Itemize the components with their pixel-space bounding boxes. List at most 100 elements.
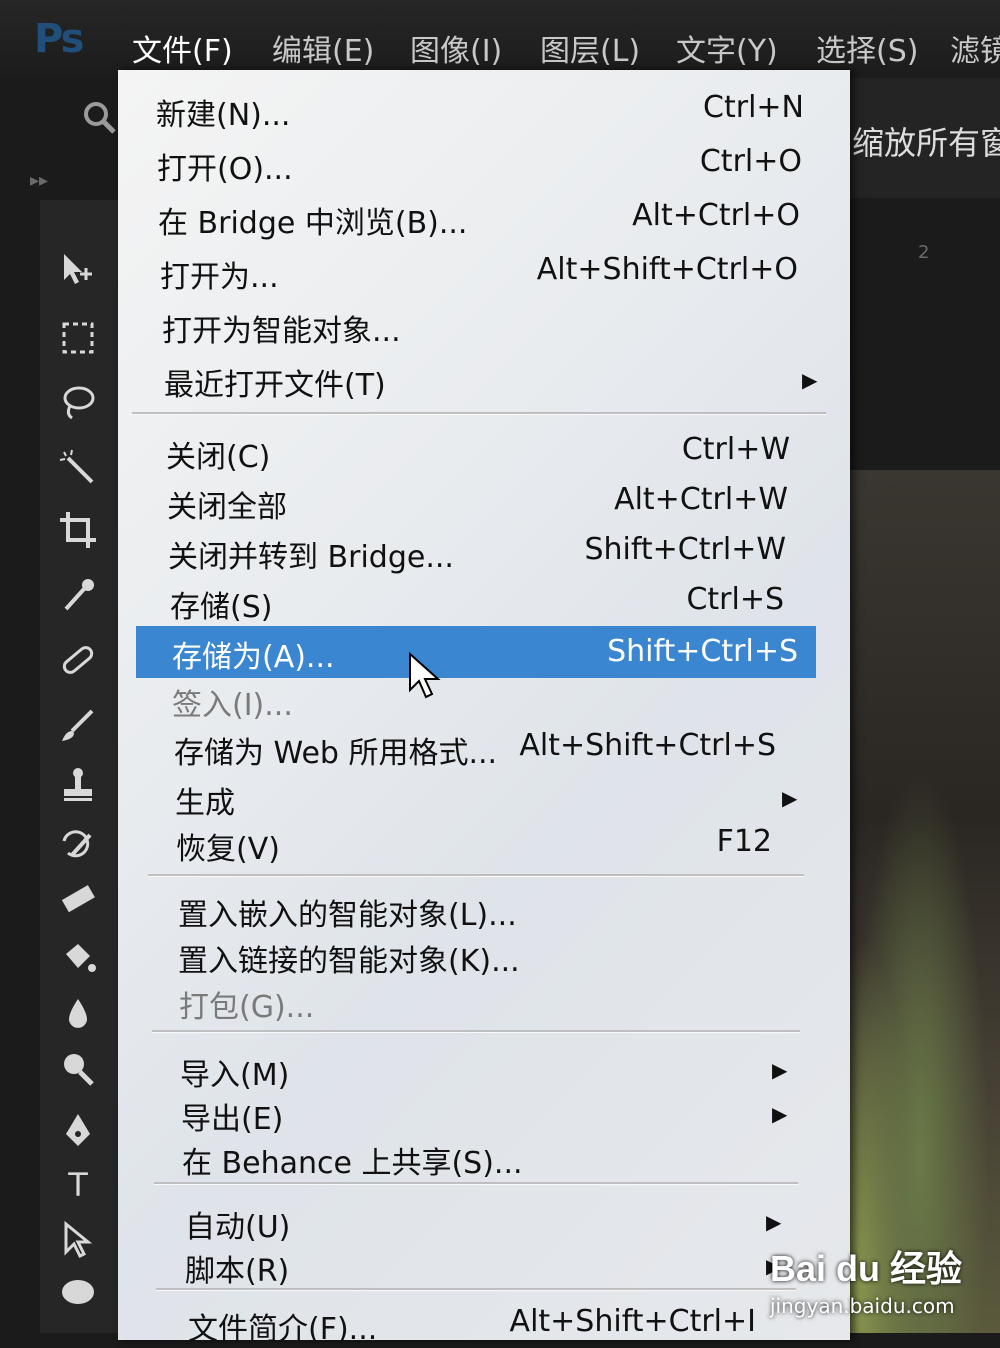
shape-tool-icon[interactable] — [48, 1272, 108, 1312]
menu-item-package[interactable]: 打包(G)... — [118, 978, 850, 1025]
menu-item-label: 存储(S) — [170, 590, 273, 625]
menu-layer[interactable]: 图层(L) — [540, 26, 640, 70]
menu-edit[interactable]: 编辑(E) — [272, 26, 374, 70]
menu-select[interactable]: 选择(S) — [816, 26, 918, 70]
menu-file[interactable]: 文件(F) — [132, 26, 233, 70]
menu-item-browse-in-bridge[interactable]: 在 Bridge 中浏览(B)... Alt+Ctrl+O — [118, 194, 850, 241]
submenu-arrow-icon: ▶ — [782, 786, 798, 810]
menu-item-place-linked[interactable]: 置入链接的智能对象(K)... — [118, 932, 850, 979]
menu-item-open-as-smart-object[interactable]: 打开为智能对象... — [118, 302, 850, 349]
menu-item-label: 自动(U) — [185, 1210, 291, 1245]
menu-item-close[interactable]: 关闭(C) Ctrl+W — [118, 428, 850, 475]
menu-item-label: 打开(O)... — [157, 152, 293, 187]
menu-item-shortcut: Alt+Shift+Ctrl+I — [509, 1304, 756, 1339]
marquee-tool-icon[interactable] — [48, 318, 108, 358]
menu-item-label: 文件简介(F)... — [188, 1312, 378, 1347]
eraser-tool-icon[interactable] — [48, 880, 108, 920]
menu-item-close-all[interactable]: 关闭全部 Alt+Ctrl+W — [118, 478, 850, 525]
menu-item-shortcut: Shift+Ctrl+W — [584, 532, 786, 567]
submenu-arrow-icon: ▶ — [772, 1102, 788, 1126]
menu-item-generate[interactable]: 生成 ▶ — [118, 774, 850, 821]
menu-item-label: 脚本(R) — [185, 1254, 290, 1289]
menu-item-open-recent[interactable]: 最近打开文件(T) ▶ — [118, 356, 850, 403]
menu-item-export[interactable]: 导出(E) ▶ — [118, 1090, 850, 1137]
menu-item-automate[interactable]: 自动(U) ▶ — [118, 1198, 850, 1245]
menu-item-close-and-go-to-bridge[interactable]: 关闭并转到 Bridge... Shift+Ctrl+W — [118, 528, 850, 575]
menu-item-shortcut: Alt+Shift+Ctrl+O — [536, 252, 798, 287]
document-tab-number: 2 — [918, 242, 930, 263]
menu-item-shortcut: Ctrl+S — [686, 582, 784, 617]
path-selection-tool-icon[interactable] — [48, 1220, 108, 1260]
menu-item-shortcut: Shift+Ctrl+S — [607, 634, 798, 669]
menu-item-label: 存储为(A)... — [172, 640, 335, 675]
menu-item-label: 置入嵌入的智能对象(L)... — [178, 898, 517, 933]
submenu-arrow-icon: ▶ — [772, 1058, 788, 1082]
menu-item-label: 最近打开文件(T) — [164, 368, 386, 403]
menu-item-shortcut: Alt+Shift+Ctrl+S — [519, 728, 776, 763]
menu-item-shortcut: Ctrl+O — [699, 144, 802, 179]
menu-item-open[interactable]: 打开(O)... Ctrl+O — [118, 140, 850, 187]
magic-wand-tool-icon[interactable] — [48, 448, 108, 488]
menu-item-label: 在 Bridge 中浏览(B)... — [158, 206, 468, 241]
blur-tool-icon[interactable] — [48, 995, 108, 1035]
menu-item-shortcut: Alt+Ctrl+O — [632, 198, 800, 233]
healing-brush-tool-icon[interactable] — [48, 640, 108, 680]
crop-tool-icon[interactable] — [48, 510, 108, 550]
menu-item-label: 关闭全部 — [167, 490, 287, 525]
panel-collapse-icon[interactable]: ▸▸ — [30, 170, 48, 191]
menu-item-revert[interactable]: 恢复(V) F12 — [118, 820, 850, 867]
history-brush-tool-icon[interactable] — [48, 825, 108, 865]
menu-bar: Ps 文件(F) 编辑(E) 图像(I) 图层(L) 文字(Y) 选择(S) 滤… — [0, 0, 1000, 78]
menu-filter[interactable]: 滤镜 — [950, 26, 1000, 70]
menu-item-label: 生成 — [175, 786, 235, 821]
menu-type[interactable]: 文字(Y) — [676, 26, 778, 70]
menu-item-label: 打包(G)... — [179, 990, 315, 1025]
menu-image[interactable]: 图像(I) — [410, 26, 502, 70]
menu-separator — [156, 1288, 796, 1291]
menu-item-save-as[interactable]: 存储为(A)... Shift+Ctrl+S — [136, 626, 816, 678]
menu-item-new[interactable]: 新建(N)... Ctrl+N — [118, 86, 850, 133]
menu-item-label: 打开为智能对象... — [162, 314, 401, 349]
menu-item-label: 导出(E) — [181, 1102, 284, 1137]
submenu-arrow-icon: ▶ — [766, 1210, 782, 1234]
menu-item-scripts[interactable]: 脚本(R) ▶ — [118, 1242, 850, 1289]
menu-item-shortcut: Alt+Ctrl+W — [614, 482, 788, 517]
menu-item-label: 关闭(C) — [166, 440, 271, 475]
pen-tool-icon[interactable] — [48, 1110, 108, 1150]
paint-bucket-tool-icon[interactable] — [48, 938, 108, 978]
menu-item-label: 存储为 Web 所用格式... — [174, 736, 498, 771]
menu-separator — [132, 412, 826, 415]
menu-item-save[interactable]: 存储(S) Ctrl+S — [118, 578, 850, 625]
menu-item-place-embedded[interactable]: 置入嵌入的智能对象(L)... — [118, 886, 850, 933]
type-tool-icon[interactable]: T — [48, 1165, 108, 1205]
watermark-brand: Bai du 经验 — [770, 1248, 963, 1289]
menu-item-file-info[interactable]: 文件简介(F)... Alt+Shift+Ctrl+I — [118, 1300, 850, 1347]
move-tool-icon[interactable] — [48, 250, 108, 290]
menu-item-shortcut: Ctrl+N — [703, 90, 804, 125]
menu-item-label: 置入链接的智能对象(K)... — [178, 944, 520, 979]
menu-item-label: 在 Behance 上共享(S)... — [182, 1146, 523, 1181]
clone-stamp-tool-icon[interactable] — [48, 765, 108, 805]
menu-item-check-in[interactable]: 签入(I)... — [118, 676, 850, 723]
menu-item-label: 签入(I)... — [172, 688, 293, 723]
dodge-tool-icon[interactable] — [48, 1050, 108, 1090]
zoom-all-windows-option[interactable]: 缩放所有窗口 — [852, 118, 1000, 164]
zoom-search-icon[interactable] — [80, 98, 120, 138]
eyedropper-tool-icon[interactable] — [48, 575, 108, 615]
brush-tool-icon[interactable] — [48, 705, 108, 745]
menu-item-label: 打开为... — [160, 260, 279, 295]
menu-item-label: 新建(N)... — [156, 98, 291, 133]
submenu-arrow-icon: ▶ — [802, 368, 818, 392]
menu-item-save-for-web[interactable]: 存储为 Web 所用格式... Alt+Shift+Ctrl+S — [118, 724, 850, 771]
menu-item-shortcut: Ctrl+W — [681, 432, 790, 467]
menu-item-label: 恢复(V) — [176, 832, 280, 867]
menu-item-share-on-behance[interactable]: 在 Behance 上共享(S)... — [118, 1134, 850, 1181]
file-menu-dropdown: 新建(N)... Ctrl+N 打开(O)... Ctrl+O 在 Bridge… — [118, 70, 850, 1347]
menu-item-import[interactable]: 导入(M) ▶ — [118, 1046, 850, 1093]
menu-item-open-as[interactable]: 打开为... Alt+Shift+Ctrl+O — [118, 248, 850, 295]
menu-item-label: 关闭并转到 Bridge... — [168, 540, 454, 575]
watermark-url: jingyan.baidu.com — [770, 1294, 955, 1318]
menu-item-shortcut: F12 — [716, 824, 772, 859]
menu-separator — [152, 1030, 800, 1033]
lasso-tool-icon[interactable] — [48, 382, 108, 422]
